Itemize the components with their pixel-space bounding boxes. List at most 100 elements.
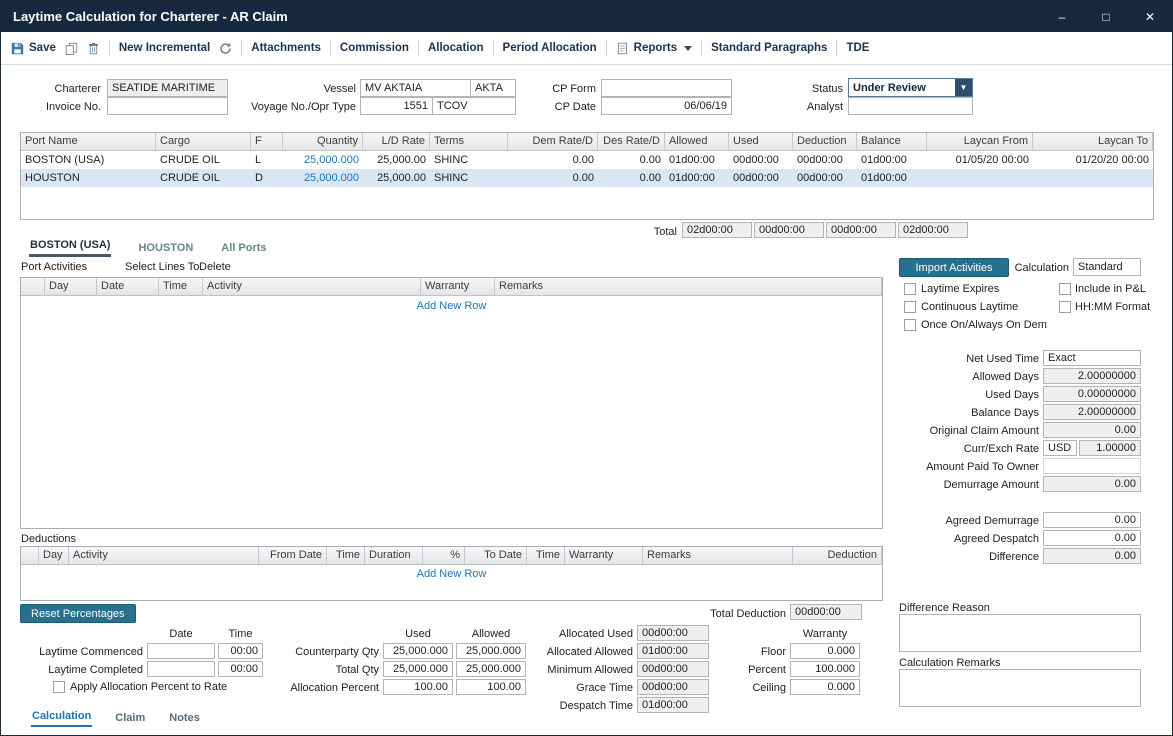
floor-field[interactable]: 0.000 bbox=[790, 643, 860, 659]
status-dropdown[interactable]: Under Review ▼ bbox=[848, 78, 973, 97]
ports-grid-header: Port Name Cargo F Quantity L/D Rate Term… bbox=[21, 133, 1153, 151]
column-header: Cargo bbox=[156, 133, 251, 151]
maximize-button[interactable]: □ bbox=[1084, 1, 1128, 32]
continuous-laytime-checkbox[interactable] bbox=[904, 301, 916, 313]
toolbar-separator bbox=[109, 40, 110, 56]
opr-type-field[interactable]: TCOV bbox=[432, 97, 516, 115]
delete-lines-control[interactable]: Delete bbox=[199, 261, 231, 273]
laytime-commenced-date-field[interactable] bbox=[147, 643, 215, 659]
invoice-no-field[interactable] bbox=[107, 97, 228, 115]
period-allocation-button[interactable]: Period Allocation bbox=[503, 42, 597, 54]
row-selector-header bbox=[21, 547, 39, 565]
laytime-expires-checkbox[interactable] bbox=[904, 283, 916, 295]
tab-notes[interactable]: Notes bbox=[168, 710, 201, 727]
voyage-no-field[interactable]: 1551 bbox=[360, 97, 433, 115]
toolbar-separator bbox=[330, 40, 331, 56]
deductions-label: Deductions bbox=[21, 533, 76, 545]
cp-form-label: CP Form bbox=[541, 80, 596, 98]
total-used-field: 00d00:00 bbox=[754, 222, 824, 238]
standard-paragraphs-button[interactable]: Standard Paragraphs bbox=[711, 42, 827, 54]
hhmm-format-checkbox[interactable] bbox=[1059, 301, 1071, 313]
add-new-row-link[interactable]: Add New Row bbox=[21, 568, 882, 580]
used-days-field: 0.00000000 bbox=[1043, 386, 1141, 402]
balance-days-field: 2.00000000 bbox=[1043, 404, 1141, 420]
add-new-row-link[interactable]: Add New Row bbox=[21, 300, 882, 312]
counterparty-qty-label: Counterparty Qty bbox=[259, 643, 379, 661]
once-on-dem-label: Once On/Always On Dem bbox=[921, 316, 1071, 334]
currency-field[interactable]: USD bbox=[1043, 440, 1077, 456]
attachments-button[interactable]: Attachments bbox=[251, 42, 321, 54]
ceiling-field[interactable]: 0.000 bbox=[790, 679, 860, 695]
tab-boston[interactable]: BOSTON (USA) bbox=[29, 237, 111, 257]
net-used-time-field[interactable]: Exact bbox=[1043, 350, 1141, 366]
calculation-remarks-label: Calculation Remarks bbox=[899, 657, 1000, 669]
apply-allocation-percent-checkbox[interactable] bbox=[53, 681, 65, 693]
delete-button[interactable] bbox=[87, 42, 100, 55]
save-button[interactable]: Save bbox=[11, 42, 56, 55]
tde-button[interactable]: TDE bbox=[846, 42, 869, 54]
cell-quantity-link[interactable]: 25,000.000 bbox=[283, 151, 363, 169]
port-row-boston[interactable]: BOSTON (USA) CRUDE OIL L 25,000.000 25,0… bbox=[21, 151, 1153, 169]
include-in-pl-checkbox[interactable] bbox=[1059, 283, 1071, 295]
port-row-houston[interactable]: HOUSTON CRUDE OIL D 25,000.000 25,000.00… bbox=[21, 169, 1153, 187]
laytime-completed-date-field[interactable] bbox=[147, 661, 215, 677]
refresh-button[interactable] bbox=[219, 42, 232, 55]
agreed-demurrage-field[interactable]: 0.00 bbox=[1043, 512, 1141, 528]
tde-label: TDE bbox=[846, 42, 869, 54]
minimum-allowed-label: Minimum Allowed bbox=[529, 661, 633, 679]
cp-form-field[interactable] bbox=[601, 79, 732, 97]
laytime-completed-time-field[interactable]: 00:00 bbox=[218, 661, 263, 677]
laytime-commenced-time-field[interactable]: 00:00 bbox=[218, 643, 263, 659]
allocation-percent-used-field[interactable]: 100.00 bbox=[383, 679, 453, 695]
tab-houston[interactable]: HOUSTON bbox=[137, 240, 194, 257]
agreed-despatch-field[interactable]: 0.00 bbox=[1043, 530, 1141, 546]
ceiling-label: Ceiling bbox=[715, 679, 786, 697]
grace-time-field: 00d00:00 bbox=[637, 679, 709, 695]
copy-button[interactable] bbox=[65, 42, 78, 55]
hhmm-format-label: HH:MM Format bbox=[1075, 298, 1165, 316]
tab-calculation[interactable]: Calculation bbox=[31, 708, 92, 727]
counterparty-qty-allowed-field[interactable]: 25,000.000 bbox=[456, 643, 526, 659]
minimize-button[interactable]: – bbox=[1040, 1, 1084, 32]
select-lines-to-control[interactable]: Select Lines To bbox=[125, 261, 199, 273]
minimum-allowed-field: 00d00:00 bbox=[637, 661, 709, 677]
column-header: Quantity bbox=[283, 133, 363, 151]
cell-laycan-from: 01/05/20 00:00 bbox=[927, 151, 1033, 169]
bottom-tabs: Calculation Claim Notes bbox=[31, 708, 201, 727]
analyst-field[interactable] bbox=[848, 97, 973, 115]
copy-icon bbox=[65, 42, 78, 55]
import-activities-button[interactable]: Import Activities bbox=[899, 258, 1009, 277]
amount-paid-to-owner-field[interactable] bbox=[1043, 458, 1141, 474]
cp-date-field[interactable]: 06/06/19 bbox=[601, 97, 732, 115]
column-header: Balance bbox=[857, 133, 927, 151]
vessel-name-field[interactable]: MV AKTAIA bbox=[360, 79, 471, 97]
vessel-code-field[interactable]: AKTA bbox=[470, 79, 516, 97]
calculation-method-field[interactable]: Standard bbox=[1073, 258, 1141, 276]
close-button[interactable]: ✕ bbox=[1128, 1, 1172, 32]
column-header: Warranty bbox=[565, 547, 643, 565]
allocation-percent-allowed-field[interactable]: 100.00 bbox=[456, 679, 526, 695]
cell-quantity-link[interactable]: 25,000.000 bbox=[283, 169, 363, 187]
allocation-button[interactable]: Allocation bbox=[428, 42, 484, 54]
total-qty-allowed-field: 25,000.000 bbox=[456, 661, 526, 677]
reset-percentages-button[interactable]: Reset Percentages bbox=[20, 604, 136, 623]
allowed-days-field: 2.00000000 bbox=[1043, 368, 1141, 384]
difference-reason-textarea[interactable] bbox=[899, 614, 1141, 652]
once-on-dem-checkbox[interactable] bbox=[904, 319, 916, 331]
new-incremental-button[interactable]: New Incremental bbox=[119, 42, 210, 54]
charterer-field[interactable]: SEATIDE MARITIME bbox=[107, 79, 228, 97]
counterparty-qty-used-field[interactable]: 25,000.000 bbox=[383, 643, 453, 659]
tab-all-ports[interactable]: All Ports bbox=[220, 240, 267, 257]
calculation-remarks-textarea[interactable] bbox=[899, 669, 1141, 707]
exchange-rate-field: 1.00000 bbox=[1079, 440, 1141, 456]
floor-label: Floor bbox=[715, 643, 786, 661]
toolbar-separator bbox=[701, 40, 702, 56]
tab-claim[interactable]: Claim bbox=[114, 710, 146, 727]
column-header: Warranty bbox=[421, 278, 495, 296]
save-label: Save bbox=[29, 42, 56, 54]
column-header: Remarks bbox=[495, 278, 882, 296]
toolbar-separator bbox=[606, 40, 607, 56]
percent-field[interactable]: 100.000 bbox=[790, 661, 860, 677]
commission-button[interactable]: Commission bbox=[340, 42, 409, 54]
reports-menu-button[interactable]: Reports bbox=[616, 42, 692, 55]
